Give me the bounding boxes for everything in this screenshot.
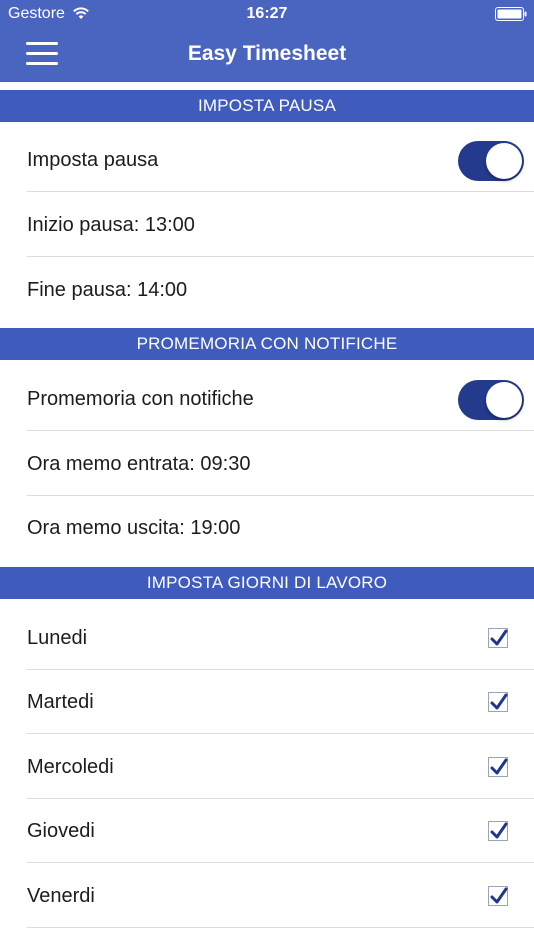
section-header-workdays: IMPOSTA GIORNI DI LAVORO <box>0 567 534 599</box>
notifications-toggle-label: Promemoria con notifiche <box>27 388 254 410</box>
checkmark-icon <box>490 887 508 904</box>
workday-label: Mercoledi <box>27 756 114 778</box>
workday-label: Martedi <box>27 691 94 713</box>
notifications-toggle-row: Promemoria con notifiche <box>0 367 534 431</box>
memo-entry-row[interactable]: Ora memo entrata: 09:30 <box>0 432 534 496</box>
workday-row-tuesday[interactable]: Martedi <box>0 670 534 734</box>
pause-toggle-row: Imposta pausa <box>0 128 534 192</box>
section-header-notifications: PROMEMORIA CON NOTIFICHE <box>0 328 534 360</box>
toggle-knob <box>486 382 522 418</box>
navigation-bar: Gestore 16:27 Easy Timesheet <box>0 0 534 82</box>
status-time: 16:27 <box>246 5 288 22</box>
checkmark-icon <box>490 822 508 839</box>
checkmark-icon <box>490 693 508 710</box>
memo-entry-label: Ora memo entrata: 09:30 <box>27 453 251 475</box>
workday-checkbox-monday[interactable] <box>488 628 508 648</box>
notifications-toggle-switch[interactable] <box>458 380 524 420</box>
pause-toggle-switch[interactable] <box>458 141 524 181</box>
workday-checkbox-friday[interactable] <box>488 886 508 906</box>
workday-row-friday[interactable]: Venerdi <box>0 864 534 928</box>
pause-start-row[interactable]: Inizio pausa: 13:00 <box>0 193 534 257</box>
row-separator <box>27 733 534 734</box>
divider <box>0 82 534 90</box>
row-separator <box>27 191 534 192</box>
workday-row-monday[interactable]: Lunedi <box>0 606 534 670</box>
pause-end-row[interactable]: Fine pausa: 14:00 <box>0 258 534 322</box>
section-header-pause: IMPOSTA PAUSA <box>0 90 534 122</box>
pause-toggle-label: Imposta pausa <box>27 149 159 171</box>
pause-end-label: Fine pausa: 14:00 <box>27 279 188 301</box>
workday-row-wednesday[interactable]: Mercoledi <box>0 735 534 799</box>
workday-row-thursday[interactable]: Giovedi <box>0 799 534 863</box>
page-title: Easy Timesheet <box>187 42 347 65</box>
status-bar: Gestore 16:27 <box>0 0 534 28</box>
workday-label: Giovedi <box>27 820 95 842</box>
row-separator <box>27 256 534 257</box>
workday-checkbox-thursday[interactable] <box>488 821 508 841</box>
pause-start-label: Inizio pausa: 13:00 <box>27 214 195 236</box>
workday-label: Lunedi <box>27 627 88 649</box>
row-separator <box>27 430 534 431</box>
workday-checkbox-tuesday[interactable] <box>488 692 508 712</box>
workday-label: Venerdi <box>27 885 95 907</box>
memo-exit-row[interactable]: Ora memo uscita: 19:00 <box>0 496 534 560</box>
workday-checkbox-wednesday[interactable] <box>488 757 508 777</box>
row-separator <box>27 862 534 863</box>
toggle-knob <box>486 143 522 179</box>
checkmark-icon <box>490 758 508 775</box>
checkmark-icon <box>490 629 508 646</box>
row-separator <box>27 927 534 928</box>
memo-exit-label: Ora memo uscita: 19:00 <box>27 517 241 539</box>
battery-icon <box>495 7 527 21</box>
